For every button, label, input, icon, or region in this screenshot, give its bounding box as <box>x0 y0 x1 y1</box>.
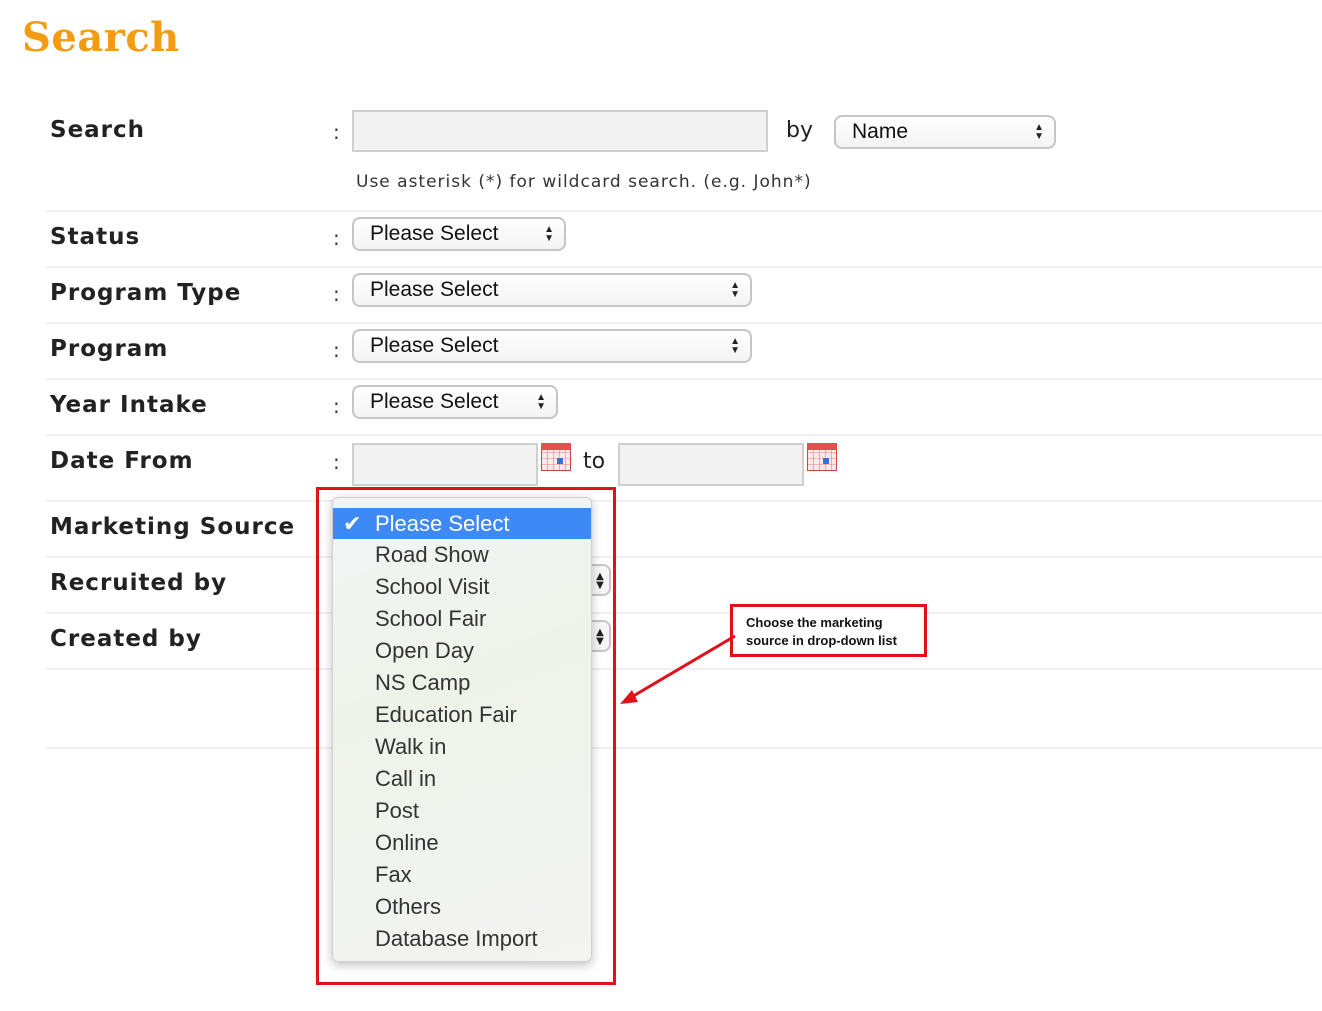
colon: : <box>333 282 340 306</box>
created-by-label: Created by <box>50 626 202 652</box>
calendar-icon[interactable] <box>541 443 571 471</box>
program-type-label: Program Type <box>50 280 242 306</box>
calendar-icon[interactable] <box>807 443 837 471</box>
up-down-arrows-icon: ▲ ▼ <box>730 336 740 356</box>
year-intake-select[interactable]: Please Select ▲ ▼ <box>352 385 558 419</box>
year-intake-label: Year Intake <box>50 392 208 418</box>
annotation-line: Choose the marketing <box>746 615 883 630</box>
row-divider <box>46 434 1322 436</box>
annotation-line: source in drop-down list <box>746 633 897 648</box>
row-divider <box>46 612 1322 614</box>
search-by-value: Name <box>852 120 909 143</box>
search-label: Search <box>50 117 146 143</box>
colon: : <box>333 338 340 362</box>
up-down-arrows-icon: ▲ ▼ <box>544 224 554 244</box>
program-type-select[interactable]: Please Select ▲ ▼ <box>352 273 752 307</box>
search-by-select[interactable]: Name ▲ ▼ <box>834 115 1056 149</box>
program-label: Program <box>50 336 169 362</box>
program-type-select-value: Please Select <box>370 278 499 301</box>
row-divider <box>46 668 1322 670</box>
by-label: by <box>786 118 813 143</box>
colon: : <box>333 450 340 474</box>
annotation-highlight-box <box>316 487 616 985</box>
marketing-source-label: Marketing Source <box>50 514 296 540</box>
row-divider <box>46 556 1322 558</box>
recruited-by-label: Recruited by <box>50 570 228 596</box>
search-input[interactable] <box>352 110 768 152</box>
row-divider <box>46 210 1322 212</box>
colon: : <box>333 120 340 144</box>
wildcard-hint: Use asterisk (*) for wildcard search. (e… <box>356 172 812 192</box>
date-to-input[interactable] <box>618 443 804 486</box>
date-from-label: Date From <box>50 448 194 474</box>
arrow-head <box>620 690 638 704</box>
status-select[interactable]: Please Select ▲ ▼ <box>352 217 566 251</box>
status-select-value: Please Select <box>370 222 499 245</box>
colon: : <box>333 394 340 418</box>
row-divider <box>46 266 1322 268</box>
colon: : <box>333 226 340 250</box>
row-divider <box>46 322 1322 324</box>
page-title: Search <box>22 14 180 61</box>
to-label: to <box>583 449 606 474</box>
up-down-arrows-icon: ▲ ▼ <box>730 280 740 300</box>
up-down-arrows-icon: ▲ ▼ <box>1034 122 1044 142</box>
program-select-value: Please Select <box>370 334 499 357</box>
row-divider <box>46 500 1322 502</box>
status-label: Status <box>50 224 141 250</box>
row-divider <box>46 378 1322 380</box>
date-from-input[interactable] <box>352 443 538 486</box>
year-intake-select-value: Please Select <box>370 390 499 413</box>
arrow-shaft <box>629 634 736 700</box>
up-down-arrows-icon: ▲ ▼ <box>536 392 546 412</box>
row-divider <box>46 747 1322 749</box>
annotation-callout: Choose the marketing source in drop-down… <box>730 604 927 657</box>
program-select[interactable]: Please Select ▲ ▼ <box>352 329 752 363</box>
